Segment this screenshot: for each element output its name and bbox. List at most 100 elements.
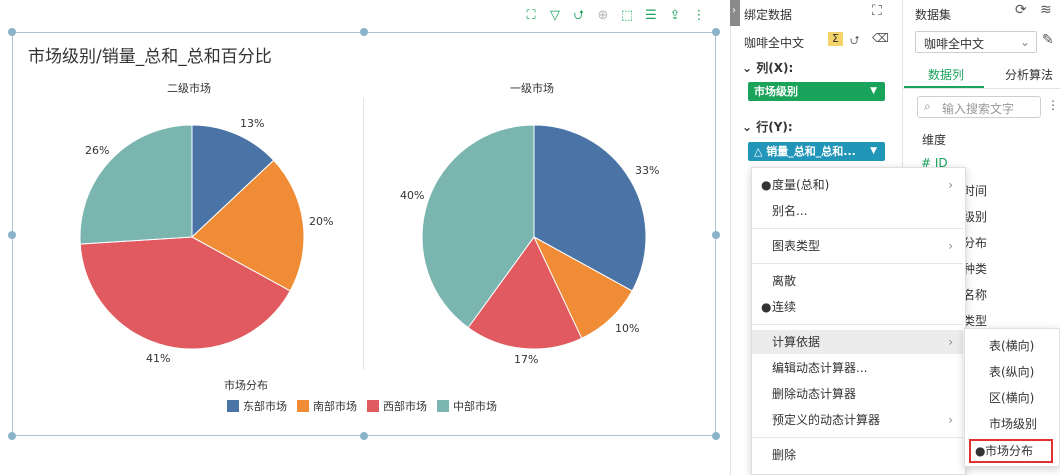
col-field-pill[interactable]: 市场级别 ▼ bbox=[748, 82, 885, 101]
bind-panel-title: 绑定数据 bbox=[744, 8, 793, 22]
menu-label: 图表类型 bbox=[772, 239, 821, 253]
bullet-icon: ● bbox=[761, 178, 772, 192]
menu-separator bbox=[752, 263, 963, 264]
search-input[interactable]: ⌕ 输入搜索文字 bbox=[917, 96, 1041, 118]
pct-label: 40% bbox=[400, 189, 425, 202]
menu-label: 删除动态计算器 bbox=[772, 387, 857, 401]
dataset-select[interactable]: 咖啡全中文 ⌄ bbox=[915, 31, 1037, 53]
caret-down-icon: ▼ bbox=[870, 146, 877, 156]
pct-label: 10% bbox=[615, 322, 640, 335]
legend-swatch bbox=[437, 400, 449, 412]
chevron-down-icon[interactable]: ⌄ bbox=[742, 61, 752, 75]
tab-columns[interactable]: 数据列 bbox=[928, 66, 964, 83]
pct-label: 26% bbox=[85, 144, 110, 157]
layers-icon[interactable]: ≋ bbox=[1040, 2, 1052, 18]
submenu-item-market-distribution[interactable]: ● 市场分布 bbox=[969, 439, 1053, 463]
menu-separator bbox=[752, 324, 963, 325]
search-icon: ⌕ bbox=[924, 99, 931, 113]
pie-slice[interactable] bbox=[79, 124, 193, 245]
menu-item-delete[interactable]: 删除 bbox=[752, 443, 963, 467]
submenu-item-table-vertical[interactable]: 表(纵向) bbox=[965, 360, 1057, 385]
sum-icon[interactable]: Σ bbox=[828, 32, 843, 46]
tab-analysis[interactable]: 分析算法 bbox=[1005, 66, 1053, 83]
pct-label: 20% bbox=[309, 215, 334, 228]
legend-swatch bbox=[367, 400, 379, 412]
col-section-label: ⌄ 列(X): bbox=[742, 59, 793, 76]
chevron-down-icon: ⌄ bbox=[1019, 35, 1030, 49]
menu-label: 编辑动态计算器... bbox=[772, 361, 868, 375]
legend-label: 中部市场 bbox=[453, 400, 497, 413]
chevron-down-icon[interactable]: ⌄ bbox=[742, 120, 752, 134]
caret-down-icon: ▼ bbox=[870, 86, 877, 96]
col-label: 列(X): bbox=[756, 61, 794, 75]
row-label: 行(Y): bbox=[756, 120, 793, 134]
menu-separator bbox=[752, 228, 963, 229]
axis-icon[interactable]: ⮍ bbox=[850, 31, 860, 52]
row-section-label: ⌄ 行(Y): bbox=[742, 118, 793, 135]
field-item[interactable]: 时间 bbox=[963, 182, 987, 199]
context-menu: ● 度量(总和) › 别名... 图表类型 › 离散 ● 连续 计算依据 › 编辑动态计算… bbox=[751, 167, 966, 475]
legend-label: 西部市场 bbox=[383, 400, 427, 413]
dataset-title: 数据集 bbox=[915, 8, 952, 22]
legend-label: 东部市场 bbox=[243, 400, 287, 413]
menu-item-discrete[interactable]: 离散 bbox=[752, 269, 963, 293]
more-icon[interactable]: ⋮ bbox=[1047, 98, 1059, 112]
chevron-right-icon: › bbox=[948, 335, 953, 349]
legend-item[interactable]: 南部市场 bbox=[297, 398, 357, 414]
field-item[interactable]: 级别 bbox=[963, 208, 987, 225]
pct-label: 17% bbox=[514, 353, 539, 366]
submenu-label: 市场分布 bbox=[985, 444, 1034, 458]
legend-label: 南部市场 bbox=[313, 400, 357, 413]
legend-title: 市场分布 bbox=[224, 379, 268, 392]
submenu-item-table-horizontal[interactable]: 表(横向) bbox=[965, 334, 1057, 359]
delta-icon: △ bbox=[754, 145, 767, 158]
menu-label: 离散 bbox=[772, 274, 797, 288]
menu-item-predefined-calculator[interactable]: 预定义的动态计算器 › bbox=[752, 408, 963, 432]
legend-swatch bbox=[297, 400, 309, 412]
bullet-icon: ● bbox=[975, 444, 986, 458]
menu-item-alias[interactable]: 别名... bbox=[752, 199, 963, 223]
row-field-pill[interactable]: △ 销量_总和_总和... ▼ bbox=[748, 142, 885, 161]
legend-item[interactable]: 东部市场 bbox=[227, 398, 287, 414]
expand-icon[interactable]: ⛶ bbox=[872, 3, 882, 19]
col-field-label: 市场级别 bbox=[754, 85, 798, 98]
menu-label: 删除 bbox=[772, 448, 797, 462]
menu-separator bbox=[752, 437, 963, 438]
submenu-item-market-level[interactable]: 市场级别 bbox=[965, 412, 1057, 437]
menu-item-edit-calculator[interactable]: 编辑动态计算器... bbox=[752, 356, 963, 380]
eraser-icon[interactable]: ⌫ bbox=[872, 31, 889, 45]
field-item[interactable]: 名称 bbox=[963, 286, 987, 303]
menu-item-delete-calculator[interactable]: 删除动态计算器 bbox=[752, 382, 963, 406]
pct-label: 33% bbox=[635, 164, 660, 177]
pie-secondary-market bbox=[79, 124, 305, 350]
search-placeholder: 输入搜索文字 bbox=[942, 102, 1015, 116]
legend-item[interactable]: 西部市场 bbox=[367, 398, 427, 414]
pie-chart-svg bbox=[79, 124, 647, 350]
dataset-select-value: 咖啡全中文 bbox=[924, 37, 985, 51]
collapse-handle[interactable]: › bbox=[730, 0, 740, 26]
bullet-icon: ● bbox=[761, 300, 772, 314]
tab-divider bbox=[902, 88, 1060, 89]
menu-label: 度量(总和) bbox=[772, 178, 830, 192]
pct-label: 13% bbox=[240, 117, 265, 130]
legend-swatch bbox=[227, 400, 239, 412]
menu-label: 计算依据 bbox=[772, 335, 821, 349]
menu-label: 预定义的动态计算器 bbox=[772, 413, 881, 427]
submenu-item-zone-horizontal[interactable]: 区(横向) bbox=[965, 386, 1057, 411]
edit-icon[interactable]: ✎ bbox=[1042, 32, 1054, 48]
field-item[interactable]: 分布 bbox=[963, 234, 987, 251]
field-item[interactable]: 类型 bbox=[963, 312, 987, 329]
menu-label: 连续 bbox=[772, 300, 797, 314]
menu-item-continuous[interactable]: ● 连续 bbox=[752, 295, 963, 319]
menu-item-compute-by[interactable]: 计算依据 › bbox=[752, 330, 963, 354]
legend-item[interactable]: 中部市场 bbox=[437, 398, 497, 414]
bind-source-name: 咖啡全中文 bbox=[744, 36, 805, 50]
menu-item-chart-type[interactable]: 图表类型 › bbox=[752, 234, 963, 258]
pct-label: 41% bbox=[146, 352, 171, 365]
refresh-icon[interactable]: ⟳ bbox=[1015, 2, 1027, 18]
chevron-right-icon: › bbox=[948, 413, 953, 427]
chevron-right-icon: › bbox=[948, 239, 953, 253]
menu-item-measure[interactable]: ● 度量(总和) › bbox=[752, 173, 963, 197]
pie-primary-market bbox=[421, 124, 647, 350]
field-item[interactable]: 种类 bbox=[963, 260, 987, 277]
